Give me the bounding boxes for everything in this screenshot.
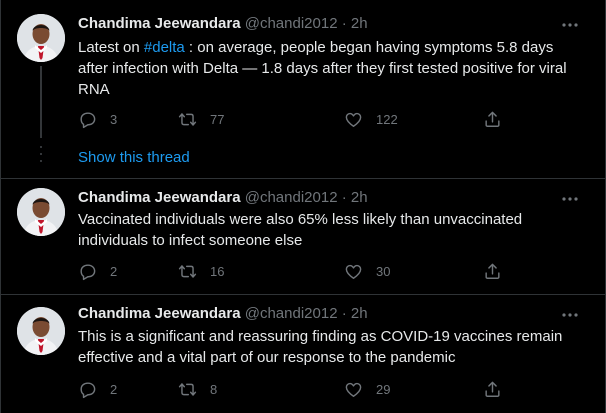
retweet-count: 8 xyxy=(210,381,218,397)
tweet[interactable]: Chandima Jeewandara @chandi2012 · 2h Thi… xyxy=(1,295,605,413)
like-button[interactable]: 29 xyxy=(344,379,390,399)
tweet-header: Chandima Jeewandara @chandi2012 · 2h xyxy=(78,304,368,324)
avatar-image xyxy=(17,307,65,355)
author-name[interactable]: Chandima Jeewandara xyxy=(78,189,241,206)
more-icon[interactable] xyxy=(561,190,579,208)
reply-icon xyxy=(80,381,96,398)
tweet-actions: 2 8 29 xyxy=(78,379,508,399)
share-icon xyxy=(485,263,500,279)
share-button[interactable] xyxy=(483,379,502,399)
retweet-icon xyxy=(178,112,197,126)
share-icon xyxy=(485,111,500,127)
separator-dot: · xyxy=(341,305,347,322)
reply-button[interactable]: 2 xyxy=(78,261,117,281)
reply-count: 3 xyxy=(110,111,118,127)
timestamp[interactable]: 2h xyxy=(351,305,368,322)
reply-icon xyxy=(80,111,96,128)
like-count: 29 xyxy=(376,381,391,397)
avatar[interactable] xyxy=(17,14,65,62)
like-button[interactable]: 122 xyxy=(344,109,398,129)
author-handle[interactable]: @chandi2012 xyxy=(245,305,338,322)
timestamp[interactable]: 2h xyxy=(351,189,368,206)
avatar[interactable] xyxy=(17,188,65,236)
like-icon xyxy=(345,264,362,279)
reply-count: 2 xyxy=(110,263,118,279)
tweet-text-part: Latest on xyxy=(78,39,144,56)
avatar[interactable] xyxy=(17,307,65,355)
reply-button[interactable]: 3 xyxy=(78,109,117,129)
show-thread-link[interactable]: Show this thread xyxy=(78,148,190,168)
retweet-icon xyxy=(178,382,197,396)
separator-dot: · xyxy=(341,15,347,32)
author-handle[interactable]: @chandi2012 xyxy=(245,15,338,32)
share-icon xyxy=(485,381,500,397)
more-icon[interactable] xyxy=(561,16,579,34)
like-icon xyxy=(345,112,362,127)
like-icon xyxy=(345,382,362,397)
tweet-header: Chandima Jeewandara @chandi2012 · 2h xyxy=(78,188,368,208)
reply-button[interactable]: 2 xyxy=(78,379,117,399)
retweet-icon xyxy=(178,264,197,278)
reply-icon xyxy=(80,263,96,280)
more-icon[interactable] xyxy=(561,306,579,324)
hashtag-link[interactable]: #delta xyxy=(144,39,185,56)
tweet-header: Chandima Jeewandara @chandi2012 · 2h xyxy=(78,14,368,34)
share-button[interactable] xyxy=(483,109,502,129)
tweet-actions: 3 77 122 xyxy=(78,109,508,129)
author-name[interactable]: Chandima Jeewandara xyxy=(78,305,241,322)
like-button[interactable]: 30 xyxy=(344,261,390,281)
timestamp[interactable]: 2h xyxy=(351,15,368,32)
tweet-text: This is a significant and reassuring fin… xyxy=(78,328,563,366)
avatar-image xyxy=(17,188,65,236)
avatar-image xyxy=(17,14,65,62)
retweet-button[interactable]: 8 xyxy=(178,379,217,399)
author-handle[interactable]: @chandi2012 xyxy=(245,189,338,206)
retweet-button[interactable]: 16 xyxy=(178,261,224,281)
tweet[interactable]: Chandima Jeewandara @chandi2012 · 2h Lat… xyxy=(1,0,605,178)
retweet-button[interactable]: 77 xyxy=(178,109,224,129)
like-count: 122 xyxy=(376,111,398,127)
tweet-text: Vaccinated individuals were also 65% les… xyxy=(78,211,523,249)
timeline: Chandima Jeewandara @chandi2012 · 2h Lat… xyxy=(0,0,606,413)
separator-dot: · xyxy=(341,189,347,206)
like-count: 30 xyxy=(376,263,391,279)
retweet-count: 77 xyxy=(210,111,225,127)
retweet-count: 16 xyxy=(210,263,225,279)
tweet-text: Latest on #delta : on average, people be… xyxy=(78,37,578,100)
tweet[interactable]: Chandima Jeewandara @chandi2012 · 2h Vac… xyxy=(1,179,605,294)
reply-count: 2 xyxy=(110,381,118,397)
tweet-actions: 2 16 30 xyxy=(78,261,508,281)
author-name[interactable]: Chandima Jeewandara xyxy=(78,15,241,32)
share-button[interactable] xyxy=(483,261,502,281)
